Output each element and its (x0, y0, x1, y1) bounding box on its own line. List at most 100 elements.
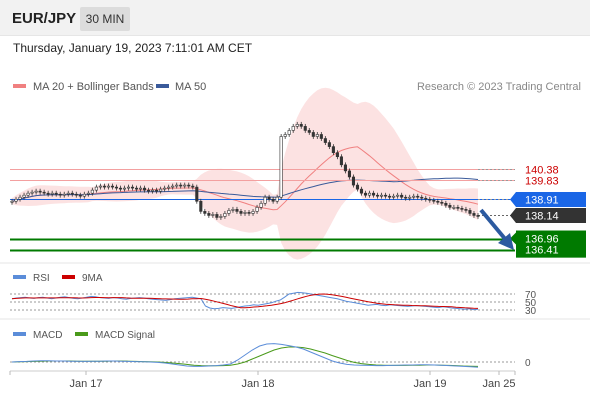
macd-signal-line (11, 346, 479, 367)
candle-down (74, 193, 78, 196)
ma50-legend-label: MA 50 (175, 81, 206, 93)
candle-down (351, 176, 356, 186)
forecast-arrow (479, 208, 514, 250)
x-tick-label: Jan 25 (482, 378, 515, 390)
macd-signal-legend-swatch (75, 332, 88, 336)
candle-down (355, 184, 360, 190)
candle-up (139, 187, 143, 190)
rsi-legend-swatch (13, 275, 26, 279)
candle-up (98, 185, 102, 188)
candle-down (187, 184, 191, 187)
candle-up (255, 207, 259, 212)
candle-up (408, 196, 412, 199)
candle-down (323, 138, 327, 143)
candle-up (167, 186, 171, 189)
candle-up (171, 185, 175, 188)
macd-signal-legend-label: MACD Signal (95, 330, 155, 341)
ma50-legend-swatch (156, 84, 169, 88)
candle-down (339, 156, 343, 166)
candle-down (404, 196, 408, 199)
candle-up (291, 126, 295, 131)
candle-down (464, 209, 468, 211)
candle-down (118, 187, 123, 190)
candle-up (219, 216, 223, 218)
x-tick-label: Jan 17 (69, 378, 102, 390)
candle-down (199, 200, 203, 212)
candle-down (388, 195, 392, 198)
candle-down (58, 193, 62, 196)
candle-up (279, 136, 283, 198)
candle-up (243, 212, 247, 214)
rsi-line (11, 291, 479, 311)
candle-down (335, 152, 339, 158)
attribution-text: Research © 2023 Trading Central (417, 81, 581, 93)
candle-up (183, 184, 187, 187)
candle-down (207, 213, 211, 216)
candle-down (102, 185, 106, 188)
candle-up (106, 185, 110, 188)
candle-up (151, 189, 155, 192)
candle-down (267, 196, 271, 200)
pivot-label-pointer (510, 192, 516, 207)
candle-down (46, 192, 50, 195)
candle-up (62, 193, 66, 196)
resistance-label: 139.83 (525, 176, 559, 188)
candle-down (195, 186, 199, 202)
candle-up (315, 134, 319, 137)
candle-up (392, 195, 396, 198)
candle-down (416, 195, 420, 198)
candle-down (384, 194, 388, 197)
candle-up (90, 189, 94, 194)
macd-legend-label: MACD (33, 330, 62, 341)
chart-canvas: MA 20 + Bollinger Bands MA 50 Research ©… (0, 81, 590, 390)
macd-zero-label: 0 (525, 358, 531, 369)
candle-down (363, 192, 368, 196)
candle-up (259, 202, 263, 208)
candle-down (235, 209, 239, 212)
support-label: 136.41 (525, 245, 559, 257)
candle-down (400, 194, 404, 198)
bollinger-bands (11, 87, 479, 260)
candle-up (82, 193, 86, 197)
candle-up (50, 192, 54, 195)
rsi-legend-label: RSI (33, 273, 50, 284)
candle-up (287, 130, 291, 135)
last-price-label: 138.14 (525, 211, 559, 223)
candle-up (26, 192, 30, 196)
rsi-ma-legend-label: 9MA (82, 273, 103, 284)
candle-down (424, 197, 428, 200)
candle-up (66, 192, 70, 195)
x-tick-label: Jan 18 (241, 378, 274, 390)
x-axis-ticks: Jan 17 Jan 18 Jan 19 Jan 25 (9, 371, 516, 390)
candle-down (191, 185, 195, 188)
candle-down (247, 212, 251, 214)
candle-up (22, 194, 26, 198)
candle-up (275, 196, 279, 202)
candle-down (299, 124, 303, 127)
candle-up (283, 134, 287, 137)
candle-up (122, 187, 127, 190)
macd-legend-swatch (13, 332, 26, 336)
candle-down (331, 146, 335, 153)
macd-line (11, 343, 479, 368)
candle-down (114, 186, 118, 189)
rsi-panel: 705030 (10, 290, 537, 317)
candle-down (147, 189, 151, 192)
candle-down (203, 211, 207, 214)
candle-down (343, 164, 347, 172)
candle-down (428, 198, 432, 201)
candle-up (263, 196, 267, 204)
candle-up (126, 186, 131, 189)
bollinger-band-fill (12, 87, 478, 260)
candle-up (86, 192, 90, 195)
candle-down (303, 126, 307, 131)
candle-down (215, 214, 219, 218)
candle-down (311, 132, 315, 137)
candle-up (159, 188, 163, 192)
candle-down (307, 130, 311, 133)
x-tick-label: Jan 19 (413, 378, 446, 390)
candle-up (367, 192, 372, 196)
candle-down (70, 192, 74, 195)
candle-down (134, 187, 139, 190)
candle-down (444, 202, 448, 206)
